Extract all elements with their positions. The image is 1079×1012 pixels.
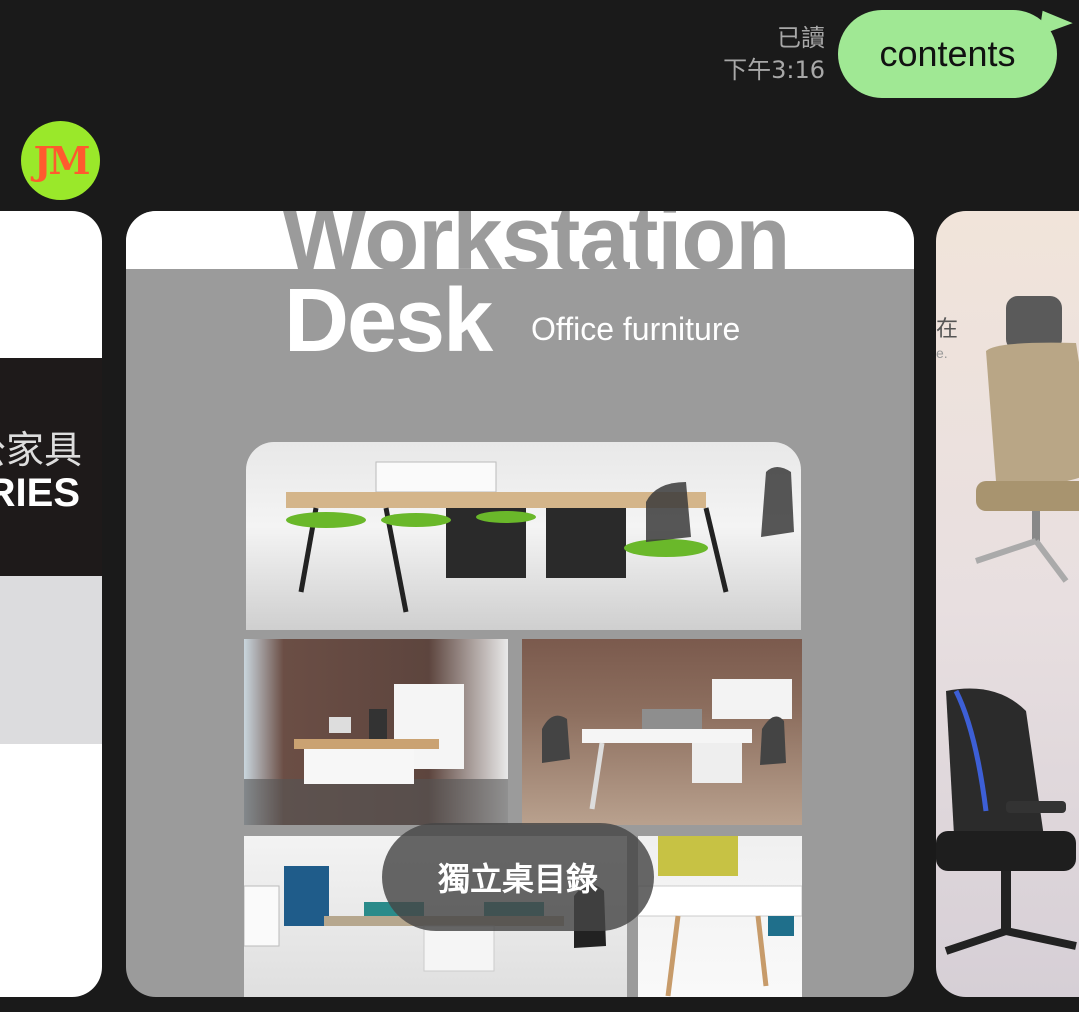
avatar[interactable]: JM	[21, 121, 100, 200]
photo-open-office-workstation	[522, 639, 802, 825]
office-chair-image	[936, 296, 1079, 955]
message-text: contents	[879, 33, 1016, 74]
photo-executive-desk	[244, 639, 508, 825]
photo-white-desk-yellow-screen	[638, 836, 802, 997]
photo-conference-workstation	[246, 442, 801, 630]
card-gray-band	[0, 576, 102, 744]
carousel-card-main[interactable]: Workstation Desk Office furniture 獨立桌目錄	[126, 211, 914, 997]
message-time: 下午3:16	[723, 56, 825, 84]
card-left-text-cn: 公家具	[0, 428, 82, 472]
desk-catalog-button-label: 獨立桌目錄	[437, 860, 598, 898]
card-left-text-en: RIES	[0, 471, 80, 515]
carousel-card-right[interactable]: 在 e.	[936, 211, 1079, 997]
outgoing-message-bubble[interactable]: contents	[838, 10, 1057, 98]
desk-catalog-button[interactable]: 獨立桌目錄	[382, 823, 654, 931]
card-title-desk: Desk	[284, 271, 493, 371]
card-subtitle: Office furniture	[531, 311, 741, 347]
carousel-card-left[interactable]: 公家具 RIES	[0, 211, 102, 997]
message-meta: 已讀 下午3:16	[723, 22, 825, 86]
read-status: 已讀	[777, 24, 825, 52]
avatar-initials: JM	[33, 138, 90, 183]
